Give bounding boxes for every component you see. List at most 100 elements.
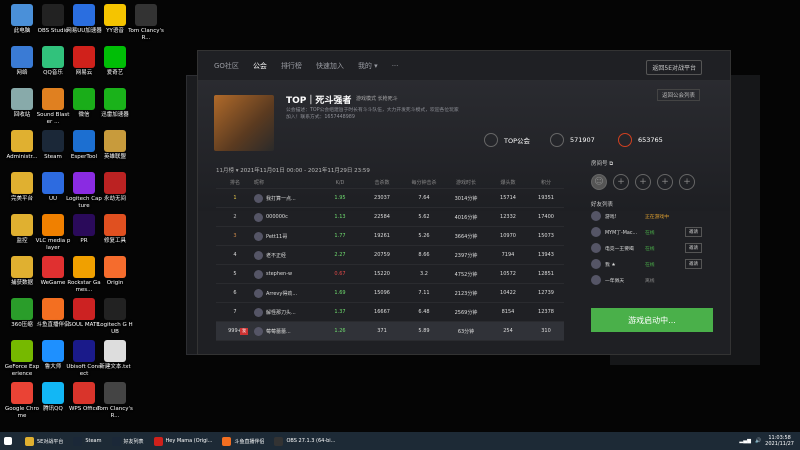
friend-row[interactable]: 我 ★ 在线 邀请	[591, 256, 717, 272]
room-slot-add[interactable]: +	[679, 174, 695, 190]
desktop-icon[interactable]: 迅雷加速器	[97, 88, 133, 119]
desktop-icon[interactable]: 修复工具	[97, 214, 133, 245]
player-name-cell: stephen-w	[254, 269, 320, 279]
desktop-icon[interactable]: Tom Clancy's R...	[97, 382, 133, 419]
table-row[interactable]: 1 我打算一点... 1.95 23037 7.64 3014分钟 15714 19351	[216, 189, 564, 208]
time-cell: 4752分钟	[454, 271, 478, 278]
table-row[interactable]: 7 解怪那刀头... 1.37 16667 6.48 2569分钟 8154 12378	[216, 303, 564, 322]
app-icon	[42, 256, 64, 278]
friend-name: 我 ★	[605, 262, 616, 268]
clock[interactable]: 11:03:58 2021/11/27	[765, 435, 794, 447]
invite-button[interactable]: 邀请	[685, 243, 702, 253]
desktop-icon[interactable]: 英雄联盟	[97, 130, 133, 161]
my-rank-row[interactable]: 999+ 我 莓莓蕾蕾... 1.26 371 5.89 63分钟 254 310	[216, 322, 564, 341]
taskbar-app-label: 斗鱼直播伴侣	[234, 438, 265, 445]
app-icon	[42, 4, 64, 26]
period-label[interactable]: 11月榜	[216, 168, 234, 174]
kd-cell: 2.27	[334, 252, 346, 258]
desktop-icon[interactable]: Tom Clancy's R...	[128, 4, 164, 41]
network-icon[interactable]: ▂▄▆	[739, 438, 751, 444]
kills-cell: 15096	[374, 290, 390, 296]
invite-button[interactable]: 邀请	[685, 259, 702, 269]
app-icon	[274, 436, 284, 446]
nav-tab[interactable]: 我的 ▾	[358, 61, 378, 71]
player-avatar	[254, 250, 263, 260]
taskbar-app[interactable]: 好友列表	[108, 432, 148, 450]
friend-row[interactable]: MYM丁-Mac... 在线 邀请	[591, 224, 717, 240]
room-number-label: 房间号 ⧉	[591, 161, 614, 167]
desktop-icon-label: 爱奇艺	[106, 70, 124, 76]
avg-cell: 7.11	[418, 290, 430, 296]
stat-points-value: 653765	[638, 136, 663, 144]
app-icon	[73, 436, 83, 446]
pts-cell: 17400	[538, 214, 554, 220]
table-row[interactable]: 5 stephen-w 0.67 15220 3.2 4752分钟 10572 12851	[216, 265, 564, 284]
taskbar-app[interactable]: 5E对战平台	[21, 432, 67, 450]
app-icon	[73, 130, 95, 152]
nav-tab[interactable]: GO社区	[214, 61, 239, 71]
desktop-icon-label: Tom Clancy's R...	[97, 406, 133, 419]
rank-cell: 7	[233, 309, 237, 315]
table-row[interactable]: 2 000000c 1.13 22584 5.62 4016分钟 12332 17400	[216, 208, 564, 227]
desktop-icon[interactable]: 新建文本.txt	[97, 340, 133, 371]
points-icon	[618, 133, 632, 147]
rank-cell: 6	[233, 290, 237, 296]
friend-name: 游戏!	[605, 214, 617, 220]
kd-cell: 1.77	[334, 233, 346, 239]
volume-icon[interactable]: 🔊	[755, 438, 761, 444]
stat-members-value: 571907	[570, 136, 595, 144]
taskbar-app[interactable]: Hey Mama (Origi...	[150, 432, 217, 450]
friend-row[interactable]: 游戏! 正在游戏中	[591, 208, 717, 224]
back-to-platform-button[interactable]: 返回5E对战平台	[646, 60, 702, 75]
taskbar-app-label: 5E对战平台	[37, 438, 64, 445]
app-icon	[11, 256, 33, 278]
nav-tab[interactable]: ···	[392, 62, 399, 70]
head-cell: 10572	[500, 271, 516, 277]
kd-cell: 1.69	[334, 290, 346, 296]
desktop-icon[interactable]: Logitech G HUB	[97, 298, 133, 335]
taskbar-app[interactable]: Steam	[69, 432, 105, 450]
app-icon	[135, 4, 157, 26]
app-icon	[11, 4, 33, 26]
windows-icon	[4, 437, 12, 445]
app-icon	[104, 4, 126, 26]
game-launch-button[interactable]: 游戏启动中...	[591, 308, 713, 332]
guild-window: GO社区 公会 排行榜 快速加入 我的 ▾ ··· 返回5E对战平台 TOP｜死斗强者 游…	[197, 50, 731, 355]
taskbar-app-label: OBS 27.1.3 (64-bi...	[286, 438, 336, 444]
back-to-guild-list-button[interactable]: 返回公会列表	[656, 89, 700, 101]
room-slot-self: ☺	[591, 174, 607, 190]
friend-row[interactable]: 一年佩天 离线	[591, 272, 717, 288]
player-avatar	[254, 307, 263, 317]
app-icon	[25, 436, 34, 446]
my-badge: 我	[240, 327, 248, 335]
table-row[interactable]: 4 老不正经 2.27 20759 8.66 2397分钟 7194 13943	[216, 246, 564, 265]
desktop-icon[interactable]: 永劫无间	[97, 172, 133, 203]
player-name: 我打算一点...	[266, 195, 296, 202]
rank-cell: 3	[233, 233, 237, 239]
invite-button[interactable]: 邀请	[685, 227, 702, 237]
desktop-icon[interactable]: Origin	[97, 256, 133, 287]
column-header: 击杀数	[374, 180, 390, 186]
nav-tab[interactable]: 排行榜	[281, 61, 302, 71]
head-cell: 12332	[500, 214, 516, 220]
app-icon	[11, 130, 33, 152]
nav-tab[interactable]: 快速加入	[316, 61, 344, 71]
taskbar-apps: 5E对战平台 Steam 好友列表 Hey Mama (Origi... 斗鱼直播伴侣 O…	[21, 432, 341, 450]
room-slot-add[interactable]: +	[635, 174, 651, 190]
app-icon	[42, 130, 64, 152]
start-button[interactable]	[0, 432, 19, 450]
column-header: 排名	[229, 180, 240, 186]
taskbar-app[interactable]: OBS 27.1.3 (64-bi...	[270, 432, 339, 450]
room-slot-add[interactable]: +	[657, 174, 673, 190]
taskbar-app[interactable]: 斗鱼直播伴侣	[218, 432, 268, 450]
desktop-icon-label: Tom Clancy's R...	[128, 28, 164, 41]
table-row[interactable]: 6 Arrevy得劲... 1.69 15096 7.11 2123分钟 10422 1273…	[216, 284, 564, 303]
desktop-icon[interactable]: 爱奇艺	[97, 46, 133, 77]
table-row[interactable]: 3 Pett11哥 1.77 19261 5.26 3664分钟 10970 15073	[216, 227, 564, 246]
player-avatar	[254, 212, 263, 222]
guild-avatar	[214, 95, 274, 151]
app-icon	[42, 340, 64, 362]
nav-tab[interactable]: 公会	[253, 61, 267, 71]
room-slot-add[interactable]: +	[613, 174, 629, 190]
friend-row[interactable]: 电竞一王要喝 在线 邀请	[591, 240, 717, 256]
